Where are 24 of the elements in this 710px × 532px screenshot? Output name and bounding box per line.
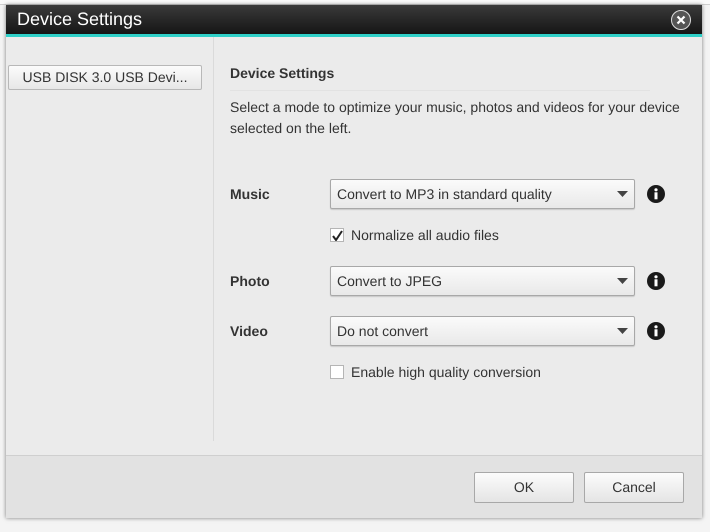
caret-icon	[617, 328, 628, 334]
checkbox-label: Enable high quality conversion	[351, 362, 541, 382]
checkbox-label: Normalize all audio files	[351, 226, 499, 244]
dropdown[interactable]: Convert to MP3 in standard quality	[330, 179, 635, 209]
dropdown[interactable]: Convert to JPEG	[330, 266, 635, 296]
dialog-button[interactable]: Cancel	[584, 472, 684, 502]
setting-label: Music	[230, 184, 271, 204]
dialog-button[interactable]: OK	[474, 472, 574, 502]
section-description: Select a mode to optimize your music, photos and videos for your device selected on the left.	[230, 98, 680, 138]
checkbox[interactable]	[330, 365, 344, 379]
device-button[interactable]: USB DISK 3.0 USB Devi...	[8, 65, 202, 90]
caret-icon	[617, 278, 628, 284]
close-icon[interactable]	[671, 10, 691, 30]
setting-label: Video	[230, 322, 269, 340]
dropdown[interactable]: Do not convert	[330, 316, 635, 346]
checkbox[interactable]	[330, 228, 344, 242]
setting-label: Photo	[230, 272, 271, 290]
check-icon	[332, 230, 342, 240]
info-icon[interactable]	[647, 185, 665, 203]
info-icon[interactable]	[647, 322, 665, 340]
info-icon[interactable]	[647, 272, 665, 290]
caret-icon	[617, 191, 628, 197]
section-heading: Device Settings	[230, 63, 650, 91]
window-title: Device Settings	[17, 8, 142, 31]
